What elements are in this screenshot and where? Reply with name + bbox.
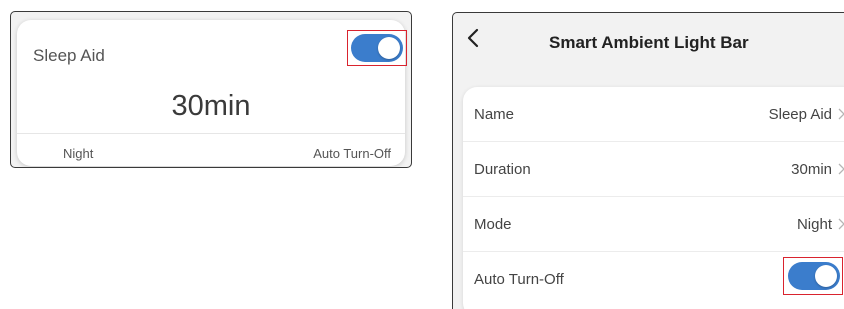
sleep-aid-widget-card[interactable]: Sleep Aid 30min Night Auto Turn-Off <box>17 20 407 166</box>
row-value: Night <box>796 216 832 233</box>
row-label: Mode <box>474 216 512 233</box>
row-label: Name <box>474 106 515 123</box>
toggle-highlight-box <box>347 30 407 66</box>
widget-mode: Night <box>63 146 94 161</box>
chevron-right-icon <box>838 218 844 230</box>
page-title: Smart Ambient Light Bar <box>549 33 749 52</box>
light-bar-settings-screen: Smart Ambient Light Bar Name Sleep Aid D… <box>452 12 844 309</box>
row-label: Duration <box>474 161 531 178</box>
settings-row-duration[interactable]: Duration 30min <box>463 142 844 197</box>
settings-row-mode[interactable]: Mode Night <box>463 197 844 252</box>
widget-duration: 30min <box>171 90 251 122</box>
widget-divider <box>17 133 405 134</box>
widget-auto-turn-off: Auto Turn-Off <box>313 146 391 161</box>
widget-title: Sleep Aid <box>33 46 105 65</box>
row-label: Auto Turn-Off <box>474 271 564 288</box>
chevron-right-icon <box>838 163 844 175</box>
sleep-aid-widget-frame: Sleep Aid 30min Night Auto Turn-Off <box>10 11 412 168</box>
row-value: Sleep Aid <box>768 106 832 123</box>
settings-row-name[interactable]: Name Sleep Aid <box>463 87 844 142</box>
toggle-highlight-box <box>783 257 843 295</box>
chevron-right-icon <box>838 108 844 120</box>
row-value: 30min <box>791 161 832 178</box>
back-arrow-icon[interactable] <box>465 27 483 49</box>
